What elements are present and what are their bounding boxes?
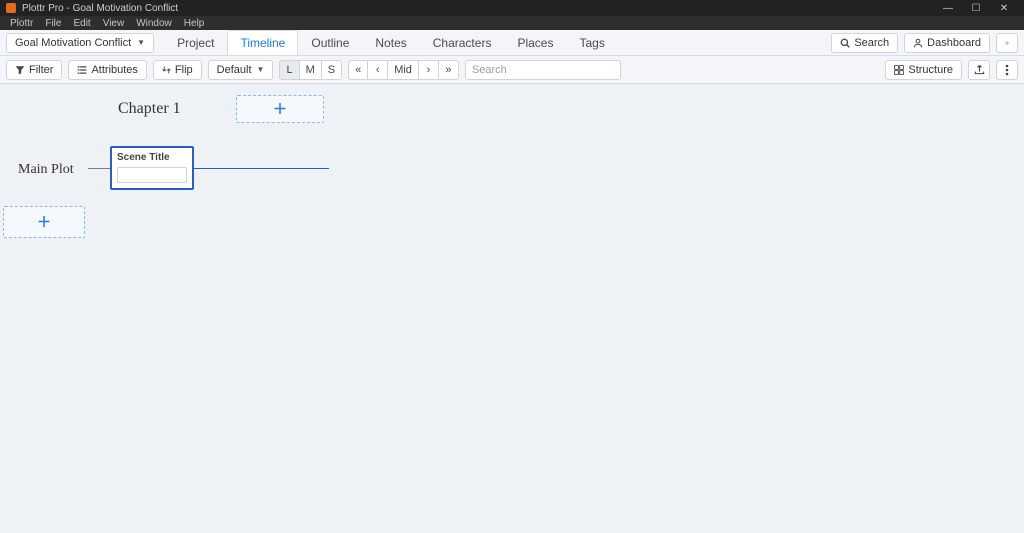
structure-button[interactable]: Structure: [885, 60, 962, 80]
filter-label: Filter: [29, 64, 53, 76]
tab-notes[interactable]: Notes: [362, 30, 419, 55]
scene-title-input[interactable]: [117, 167, 187, 183]
nav-mid[interactable]: Mid: [388, 60, 419, 80]
bell-icon: [1005, 38, 1009, 48]
tab-characters[interactable]: Characters: [420, 30, 505, 55]
menu-view[interactable]: View: [97, 18, 131, 29]
zoom-large[interactable]: L: [279, 60, 299, 80]
nav-first[interactable]: «: [348, 60, 368, 80]
plotline-label[interactable]: Main Plot: [18, 162, 74, 178]
nav-last[interactable]: »: [439, 60, 459, 80]
flip-icon: [162, 65, 171, 75]
search-icon: [840, 38, 850, 48]
caret-down-icon: ▼: [137, 38, 145, 47]
project-dropdown[interactable]: Goal Motivation Conflict ▼: [6, 33, 154, 53]
search-button-label: Search: [854, 37, 889, 49]
chevron-right-icon: ›: [427, 64, 431, 76]
kebab-icon: [1005, 64, 1009, 76]
tab-places[interactable]: Places: [504, 30, 566, 55]
zoom-medium[interactable]: M: [300, 60, 322, 80]
plotline-connector-left: [88, 168, 110, 169]
filter-icon: [15, 65, 25, 75]
caret-down-icon: ▼: [257, 65, 265, 74]
window-maximize-button[interactable]: ☐: [962, 3, 990, 14]
timeline-search-input[interactable]: [465, 60, 621, 80]
chapter-header[interactable]: Chapter 1: [118, 100, 181, 118]
notifications-button[interactable]: [996, 33, 1018, 53]
grid-icon: [894, 65, 904, 75]
flip-label: Flip: [175, 64, 193, 76]
filter-button[interactable]: Filter: [6, 60, 62, 80]
window-title: Plottr Pro - Goal Motivation Conflict: [22, 3, 178, 14]
nav-next[interactable]: ›: [419, 60, 439, 80]
export-button[interactable]: [968, 60, 990, 80]
list-icon: [77, 65, 87, 75]
chevron-double-right-icon: »: [445, 64, 451, 76]
chevron-left-icon: ‹: [376, 64, 380, 76]
menu-plottr[interactable]: Plottr: [4, 18, 39, 29]
more-button[interactable]: [996, 60, 1018, 80]
add-chapter-button[interactable]: ＋: [236, 95, 324, 123]
export-icon: [974, 64, 985, 75]
menu-file[interactable]: File: [39, 18, 67, 29]
menu-help[interactable]: Help: [178, 18, 211, 29]
project-dropdown-label: Goal Motivation Conflict: [15, 37, 131, 49]
default-dropdown[interactable]: Default ▼: [208, 60, 274, 80]
menu-window[interactable]: Window: [130, 18, 178, 29]
window-minimize-button[interactable]: —: [934, 3, 962, 14]
window-close-button[interactable]: ✕: [990, 3, 1018, 14]
dashboard-button[interactable]: Dashboard: [904, 33, 990, 53]
chevron-double-left-icon: «: [355, 64, 361, 76]
scene-card[interactable]: Scene Title: [110, 146, 194, 190]
structure-label: Structure: [908, 64, 953, 76]
main-tabbar: Goal Motivation Conflict ▼ Project Timel…: [0, 30, 1024, 56]
nav-prev[interactable]: ‹: [368, 60, 388, 80]
plotline-connector-right: [194, 168, 329, 169]
timeline-canvas[interactable]: Chapter 1 ＋ Main Plot Scene Title ＋: [0, 84, 1024, 533]
app-icon: [6, 3, 16, 13]
menu-edit[interactable]: Edit: [67, 18, 96, 29]
zoom-level-group: L M S: [279, 60, 342, 80]
flip-button[interactable]: Flip: [153, 60, 202, 80]
add-plotline-button[interactable]: ＋: [3, 206, 85, 238]
timeline-toolbar: Filter Attributes Flip Default ▼ L M S «…: [0, 56, 1024, 84]
nav-group: « ‹ Mid › »: [348, 60, 459, 80]
plus-icon: ＋: [37, 212, 51, 232]
tab-timeline[interactable]: Timeline: [227, 30, 298, 55]
tab-project[interactable]: Project: [164, 30, 227, 55]
attributes-label: Attributes: [91, 64, 137, 76]
attributes-button[interactable]: Attributes: [68, 60, 146, 80]
menubar: Plottr File Edit View Window Help: [0, 16, 1024, 30]
plus-icon: ＋: [273, 99, 287, 119]
tab-outline[interactable]: Outline: [298, 30, 362, 55]
default-label: Default: [217, 64, 252, 76]
search-button[interactable]: Search: [831, 33, 898, 53]
window-titlebar: Plottr Pro - Goal Motivation Conflict — …: [0, 0, 1024, 16]
tab-tags[interactable]: Tags: [566, 30, 617, 55]
user-icon: [913, 38, 923, 48]
zoom-small[interactable]: S: [322, 60, 342, 80]
scene-card-label: Scene Title: [117, 152, 187, 163]
dashboard-button-label: Dashboard: [927, 37, 981, 49]
